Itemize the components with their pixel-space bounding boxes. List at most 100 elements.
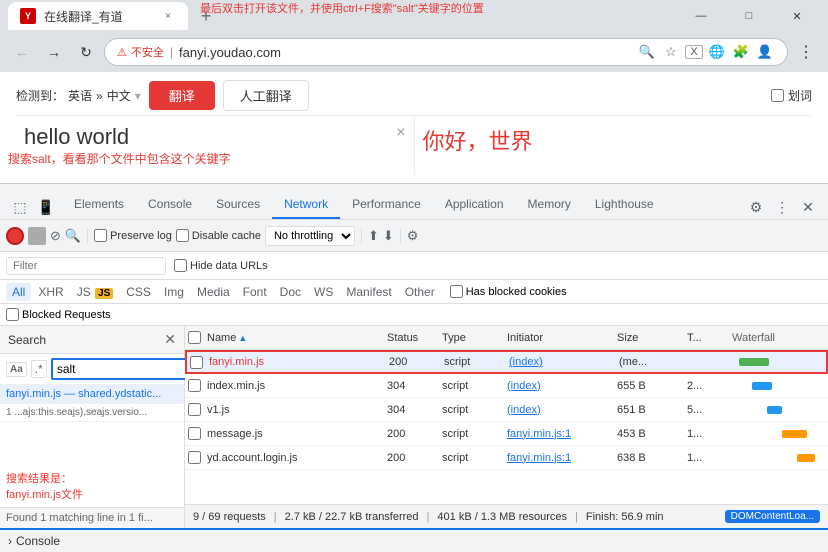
domcontent-badge[interactable]: DOMContentLoa... [725, 510, 820, 523]
clear-input-button[interactable]: × [396, 124, 405, 142]
type-doc[interactable]: Doc [274, 283, 307, 301]
match-case-button[interactable]: Aa [6, 362, 27, 377]
type-manifest[interactable]: Manifest [340, 283, 397, 301]
row-checkbox[interactable] [185, 451, 203, 464]
filter-input[interactable] [6, 257, 166, 275]
tab-lighthouse[interactable]: Lighthouse [583, 191, 666, 219]
type-css[interactable]: CSS [120, 283, 157, 301]
throttle-select[interactable]: No throttling [265, 226, 355, 246]
row-initiator[interactable]: (index) [503, 380, 613, 392]
type-js[interactable]: JS JS [71, 283, 120, 301]
disable-cache-checkbox[interactable]: Disable cache [176, 229, 261, 242]
type-other[interactable]: Other [399, 283, 441, 301]
table-row[interactable]: fanyi.min.js 200 script (index) (me... [185, 350, 828, 374]
row-initiator[interactable]: (index) [505, 356, 615, 368]
human-translate-button[interactable]: 人工翻译 [223, 80, 309, 111]
toolbar-settings-icon[interactable]: ⚙ [407, 228, 419, 244]
lang-from: 英语 [68, 87, 92, 104]
table-row[interactable]: message.js 200 script fanyi.min.js:1 453… [185, 422, 828, 446]
search-result-detail[interactable]: 1 ...ajs:this.seajs),seajs.versio... [0, 404, 184, 422]
inspect-element-icon[interactable]: ⬚ [8, 195, 32, 219]
type-media[interactable]: Media [191, 283, 236, 301]
vocab-checkbox[interactable]: 划词 [771, 87, 812, 104]
forward-button[interactable]: → [40, 38, 68, 66]
stop-button[interactable] [28, 227, 46, 245]
tab-close-button[interactable]: × [160, 8, 176, 24]
search-result-item[interactable]: fanyi.min.js — shared.ydstatic... [0, 385, 184, 404]
preserve-log-input[interactable] [94, 229, 107, 242]
hide-data-input[interactable] [174, 259, 187, 272]
header-waterfall[interactable]: Waterfall [728, 332, 828, 344]
record-button[interactable] [6, 227, 24, 245]
minimize-button[interactable]: — [678, 2, 724, 30]
console-bar[interactable]: › Console [0, 528, 828, 552]
search-close-button[interactable]: ✕ [164, 331, 176, 348]
type-ws[interactable]: WS [308, 283, 339, 301]
table-row[interactable]: v1.js 304 script (index) 651 B 5... [185, 398, 828, 422]
row-checkbox[interactable] [185, 403, 203, 416]
upload-icon[interactable]: ⬆ [368, 228, 379, 244]
header-name[interactable]: Name ▲ [203, 332, 383, 344]
settings-icon[interactable]: ⚙ [744, 195, 768, 219]
header-status[interactable]: Status [383, 332, 438, 344]
tab-elements[interactable]: Elements [62, 191, 136, 219]
input-text: hello world [24, 124, 129, 149]
vocab-checkbox-input[interactable] [771, 89, 784, 102]
puzzle-icon[interactable]: 🧩 [731, 42, 751, 62]
row-initiator[interactable]: fanyi.min.js:1 [503, 452, 613, 464]
filter-icon[interactable]: ⊘ [50, 228, 61, 244]
search-network-icon[interactable]: 🔍 [65, 228, 81, 244]
select-all-checkbox[interactable] [188, 331, 201, 344]
table-row[interactable]: index.min.js 304 script (index) 655 B 2.… [185, 374, 828, 398]
row-initiator[interactable]: (index) [503, 404, 613, 416]
blocked-requests-input[interactable] [6, 308, 19, 321]
tab-sources[interactable]: Sources [204, 191, 272, 219]
type-font[interactable]: Font [237, 283, 273, 301]
type-xhr[interactable]: XHR [32, 283, 69, 301]
search-count: Found 1 matching line in 1 fi... [0, 507, 184, 528]
x-icon[interactable]: X [685, 45, 703, 59]
tab-network[interactable]: Network [272, 191, 340, 219]
devtools-menu-icon[interactable]: ⋮ [770, 195, 794, 219]
preserve-log-checkbox[interactable]: Preserve log [94, 229, 172, 242]
close-button[interactable]: ✕ [774, 2, 820, 30]
chrome-menu-button[interactable]: ⋮ [792, 38, 820, 66]
table-row[interactable]: yd.account.login.js 200 script fanyi.min… [185, 446, 828, 470]
header-time[interactable]: T... [683, 332, 728, 344]
row-size: 453 B [613, 428, 683, 440]
tab-console[interactable]: Console [136, 191, 204, 219]
row-initiator[interactable]: fanyi.min.js:1 [503, 428, 613, 440]
search-url-icon[interactable]: 🔍 [637, 42, 657, 62]
url-bar[interactable]: ⚠ 不安全 | fanyi.youdao.com 🔍 ☆ X 🌐 🧩 👤 [104, 38, 788, 66]
translate-button[interactable]: 翻译 [149, 81, 215, 110]
type-img[interactable]: Img [158, 283, 190, 301]
regex-button[interactable]: .* [31, 360, 47, 378]
bookmark-star-icon[interactable]: ☆ [661, 42, 681, 62]
download-icon[interactable]: ⬇ [383, 228, 394, 244]
row-checkbox[interactable] [187, 356, 205, 369]
device-toolbar-icon[interactable]: 📱 [34, 195, 58, 219]
tab-application[interactable]: Application [433, 191, 516, 219]
blocked-cookies-check[interactable]: Has blocked cookies [450, 285, 567, 298]
tab-performance[interactable]: Performance [340, 191, 433, 219]
row-checkbox[interactable] [185, 379, 203, 392]
close-devtools-icon[interactable]: ✕ [796, 195, 820, 219]
active-tab[interactable]: Y 在线翻译_有道 × [8, 2, 188, 30]
input-area[interactable]: hello world × [16, 116, 415, 175]
type-all[interactable]: All [6, 283, 31, 301]
refresh-button[interactable]: ↻ [72, 38, 100, 66]
header-type[interactable]: Type [438, 332, 503, 344]
row-checkbox[interactable] [185, 427, 203, 440]
maximize-button[interactable]: □ [726, 2, 772, 30]
hide-data-urls-checkbox[interactable]: Hide data URLs [174, 259, 268, 272]
blocked-cookies-input[interactable] [450, 285, 463, 298]
disable-cache-input[interactable] [176, 229, 189, 242]
translate-icon[interactable]: 🌐 [707, 42, 727, 62]
header-size[interactable]: Size [613, 332, 683, 344]
header-initiator[interactable]: Initiator [503, 332, 613, 344]
account-icon[interactable]: 👤 [755, 42, 775, 62]
new-tab-button[interactable]: + [192, 2, 220, 30]
tab-memory[interactable]: Memory [516, 191, 583, 219]
blocked-requests-check[interactable]: Blocked Requests [6, 308, 111, 321]
back-button[interactable]: ← [8, 38, 36, 66]
